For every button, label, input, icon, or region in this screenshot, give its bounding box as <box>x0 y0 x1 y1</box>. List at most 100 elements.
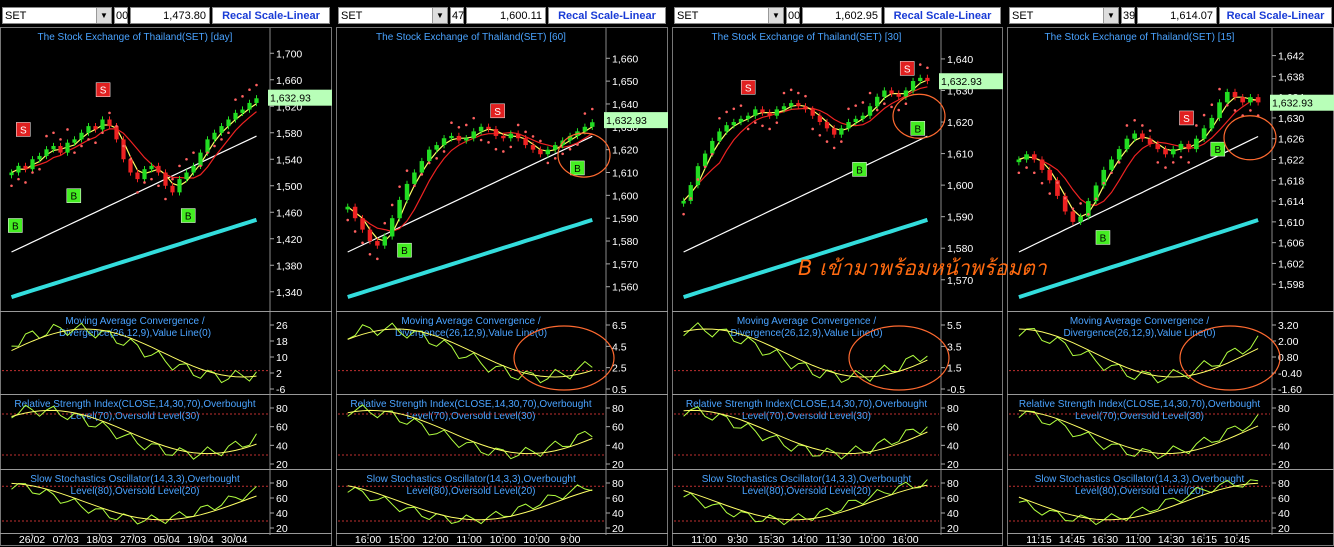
price-tick-label: 1,460 <box>276 207 302 219</box>
macd-pane: Moving Average Convergence /Divergence(2… <box>2 316 288 396</box>
sar-dot <box>368 252 372 256</box>
macd-pane-tick-label: 3.20 <box>1278 320 1299 332</box>
buy-signal-marker: B <box>180 208 196 223</box>
sar-dot <box>383 221 387 225</box>
sar-dot <box>832 146 836 150</box>
price-tick-label: 1,580 <box>276 128 302 140</box>
sar-dot <box>904 102 908 106</box>
sar-dot <box>10 184 13 188</box>
highlight-circle <box>513 325 615 391</box>
candlestick <box>30 156 35 173</box>
candlestick <box>1178 140 1184 153</box>
candlestick <box>1101 166 1107 189</box>
stochastic-pane-tick-label: 20 <box>276 523 288 535</box>
price-tick-label: 1,500 <box>276 181 302 193</box>
rsi-pane-tick-label: 60 <box>276 422 288 434</box>
sar-dot <box>464 123 468 127</box>
rsi-pane: Relative Strength Index(CLOSE,14,30,70),… <box>338 399 624 471</box>
sar-dot <box>220 138 223 141</box>
svg-text:S: S <box>20 125 27 136</box>
sar-dot <box>739 104 743 107</box>
candlestick <box>156 162 161 176</box>
rsi-pane: Relative Strength Index(CLOSE,14,30,70),… <box>1009 399 1290 471</box>
macd-pane-tick-label: -1.60 <box>1278 384 1302 396</box>
candlestick <box>745 112 751 123</box>
candlestick <box>367 226 373 245</box>
candlestick <box>177 175 182 196</box>
price-tick-label: 1,642 <box>1278 51 1304 63</box>
candlestick <box>1240 93 1246 106</box>
sar-dot <box>897 108 901 112</box>
svg-text:B: B <box>1214 145 1221 156</box>
sar-dot <box>213 144 216 148</box>
rsi-pane-title: Level(70),Oversold Level(30) <box>742 411 871 422</box>
macd-pane-tick-label: 5.5 <box>947 320 962 332</box>
price-tick-label: 1,622 <box>1278 155 1304 167</box>
stochastic-pane-tick-label: 80 <box>1278 478 1290 490</box>
price-tick-label: 1,580 <box>612 236 638 248</box>
sar-dot <box>80 144 83 148</box>
price-tick-label: 1,602 <box>1278 258 1304 270</box>
sar-dot <box>516 123 520 127</box>
candlestick <box>404 180 410 204</box>
svg-text:1,632.93: 1,632.93 <box>1272 98 1313 110</box>
sar-dot <box>442 150 446 153</box>
sar-dot <box>754 121 757 124</box>
candlestick <box>1248 93 1253 106</box>
svg-text:1,632.93: 1,632.93 <box>941 76 982 88</box>
sar-dot <box>192 151 195 154</box>
stochastic-pane: Slow Stochastics Oscillator(14,3,3),Over… <box>674 474 959 535</box>
rsi-pane-tick-label: 40 <box>947 440 959 452</box>
last-price-label: 1,632.93 <box>939 73 1003 90</box>
sar-dot <box>703 165 707 169</box>
sar-dot <box>918 63 922 66</box>
rsi-pane: Relative Strength Index(CLOSE,14,30,70),… <box>2 399 288 471</box>
sar-dot <box>1063 196 1067 200</box>
price-tick-label: 1,340 <box>276 287 302 299</box>
buy-signal-marker: B <box>852 162 867 177</box>
stochastic-pane: Slow Stochastics Oscillator(14,3,3),Over… <box>2 474 288 535</box>
svg-text:B: B <box>401 246 408 257</box>
sar-dot <box>531 135 535 138</box>
buy-signal-marker: B <box>66 188 82 203</box>
rsi-pane-tick-label: 20 <box>947 459 959 471</box>
chart-panel-2: SET ▼ 47 1,600.11 Recal Scale-Linear The Stoc… <box>336 0 668 547</box>
stochastic-pane-title: Slow Stochastics Oscillator(14,3,3),Over… <box>702 474 912 485</box>
candlestick <box>93 122 98 133</box>
sar-dot <box>494 147 498 151</box>
buy-signal-marker: B <box>910 121 926 136</box>
sar-dot <box>38 167 41 171</box>
sar-dot <box>1187 161 1190 164</box>
sar-dot <box>1094 197 1098 201</box>
sar-dot <box>178 164 181 168</box>
svg-text:S: S <box>494 107 501 118</box>
candlestick <box>1016 156 1022 166</box>
candlestick <box>889 87 894 97</box>
stochastic-pane-title: Level(80),Oversold Level(20) <box>407 486 536 497</box>
price-tick-label: 1,626 <box>1278 134 1304 146</box>
price-tick-label: 1,420 <box>276 234 302 246</box>
macd-pane-tick-label: 2 <box>276 368 282 380</box>
stochastic-pane-tick-label: 20 <box>1278 523 1290 535</box>
stochastic-pane-title: Level(80),Oversold Level(20) <box>1075 486 1204 497</box>
sar-dot <box>804 94 807 98</box>
rsi-pane-tick-label: 80 <box>947 403 959 415</box>
candlestick <box>100 116 105 133</box>
price-tick-label: 1,610 <box>612 168 638 180</box>
candlestick <box>753 106 758 119</box>
svg-text:S: S <box>100 86 107 97</box>
sar-dot <box>1233 109 1237 112</box>
rsi-pane-title: Level(70),Oversold Level(30) <box>1075 411 1204 422</box>
rsi-pane-tick-label: 60 <box>1278 422 1290 434</box>
candlestick <box>23 162 28 173</box>
stochastic-pane-tick-label: 20 <box>612 523 624 535</box>
sar-dot <box>1017 171 1021 175</box>
sar-dot <box>789 88 793 92</box>
candlestick <box>760 106 765 116</box>
sar-dot <box>45 134 48 138</box>
macd-pane-tick-label: -6 <box>276 384 285 396</box>
candlestick <box>247 99 252 113</box>
sar-dot <box>768 127 771 131</box>
rsi-pane: Relative Strength Index(CLOSE,14,30,70),… <box>674 399 959 471</box>
stochastic-pane-tick-label: 40 <box>947 508 959 520</box>
